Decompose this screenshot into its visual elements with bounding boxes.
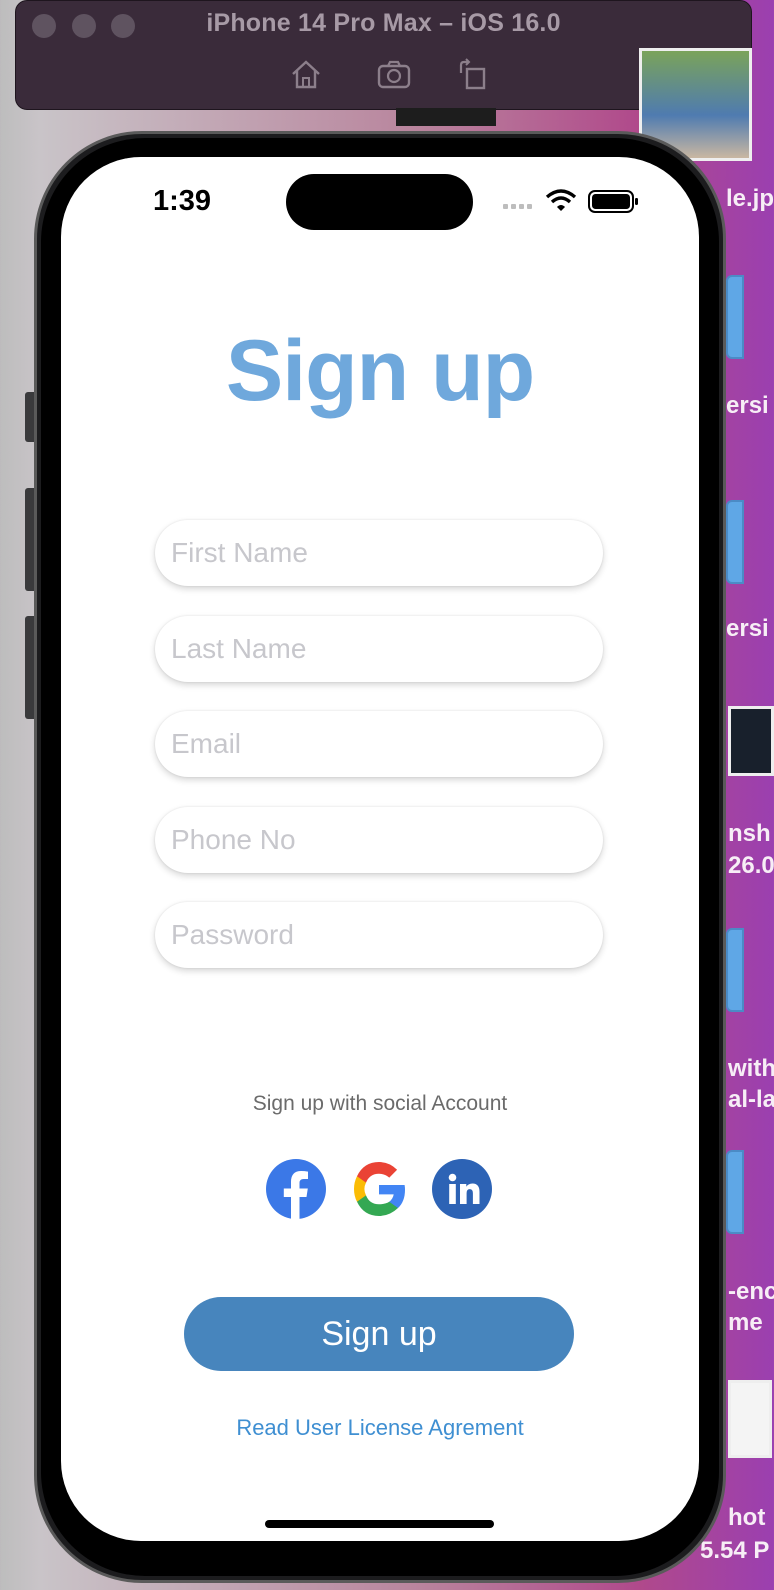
linkedin-icon[interactable] — [431, 1158, 493, 1220]
rotate-icon[interactable] — [454, 57, 490, 93]
home-indicator — [265, 1520, 494, 1528]
email-input[interactable] — [155, 711, 603, 777]
desktop-file-label[interactable]: hot — [728, 1504, 765, 1532]
first-name-field[interactable] — [155, 520, 603, 586]
folder-icon[interactable] — [726, 1150, 744, 1234]
phone-screen: 1:39 Sign up Sign up with soc — [61, 157, 699, 1541]
desktop-file-label[interactable]: 26.0 — [728, 852, 774, 880]
password-field[interactable] — [155, 902, 603, 968]
facebook-icon[interactable] — [265, 1158, 327, 1220]
desktop-file-label[interactable]: nsh — [728, 820, 771, 848]
simulator-title: iPhone 14 Pro Max – iOS 16.0 — [206, 9, 561, 37]
desktop-file-label[interactable]: al-la — [728, 1086, 774, 1114]
folder-icon[interactable] — [726, 500, 744, 584]
battery-icon — [588, 190, 638, 213]
desktop-file-label[interactable]: 5.54 P — [700, 1537, 769, 1565]
wifi-icon — [545, 189, 577, 211]
folder-icon[interactable] — [726, 275, 744, 359]
license-agreement-link[interactable]: Read User License Agrement — [61, 1415, 699, 1441]
desktop-file-label[interactable]: ersi — [726, 615, 769, 643]
signup-button[interactable]: Sign up — [184, 1297, 574, 1371]
email-field[interactable] — [155, 711, 603, 777]
desktop-file-label[interactable]: ersi — [726, 392, 769, 420]
screenshot-icon[interactable] — [376, 57, 412, 93]
desktop-thumbnail[interactable] — [396, 108, 496, 126]
desktop-file-label[interactable]: le.jp — [726, 185, 774, 213]
folder-icon[interactable] — [726, 928, 744, 1012]
desktop-document-thumbnail[interactable] — [728, 1380, 772, 1458]
desktop-file-label[interactable]: me — [728, 1309, 763, 1337]
last-name-input[interactable] — [155, 616, 603, 682]
phone-field[interactable] — [155, 807, 603, 873]
dynamic-island — [286, 174, 473, 230]
google-icon[interactable] — [348, 1158, 410, 1220]
signal-icon — [503, 204, 532, 209]
password-input[interactable] — [155, 902, 603, 968]
page-title: Sign up — [225, 323, 535, 419]
home-icon[interactable] — [288, 57, 324, 93]
last-name-field[interactable] — [155, 616, 603, 682]
status-time: 1:39 — [153, 185, 212, 217]
first-name-input[interactable] — [155, 520, 603, 586]
desktop-screenshot-thumbnail[interactable] — [728, 706, 774, 776]
social-caption: Sign up with social Account — [252, 1092, 508, 1115]
phone-input[interactable] — [155, 807, 603, 873]
desktop-file-label[interactable]: -enc — [728, 1278, 774, 1306]
status-icons — [503, 189, 638, 213]
desktop-file-label[interactable]: with — [728, 1055, 774, 1083]
